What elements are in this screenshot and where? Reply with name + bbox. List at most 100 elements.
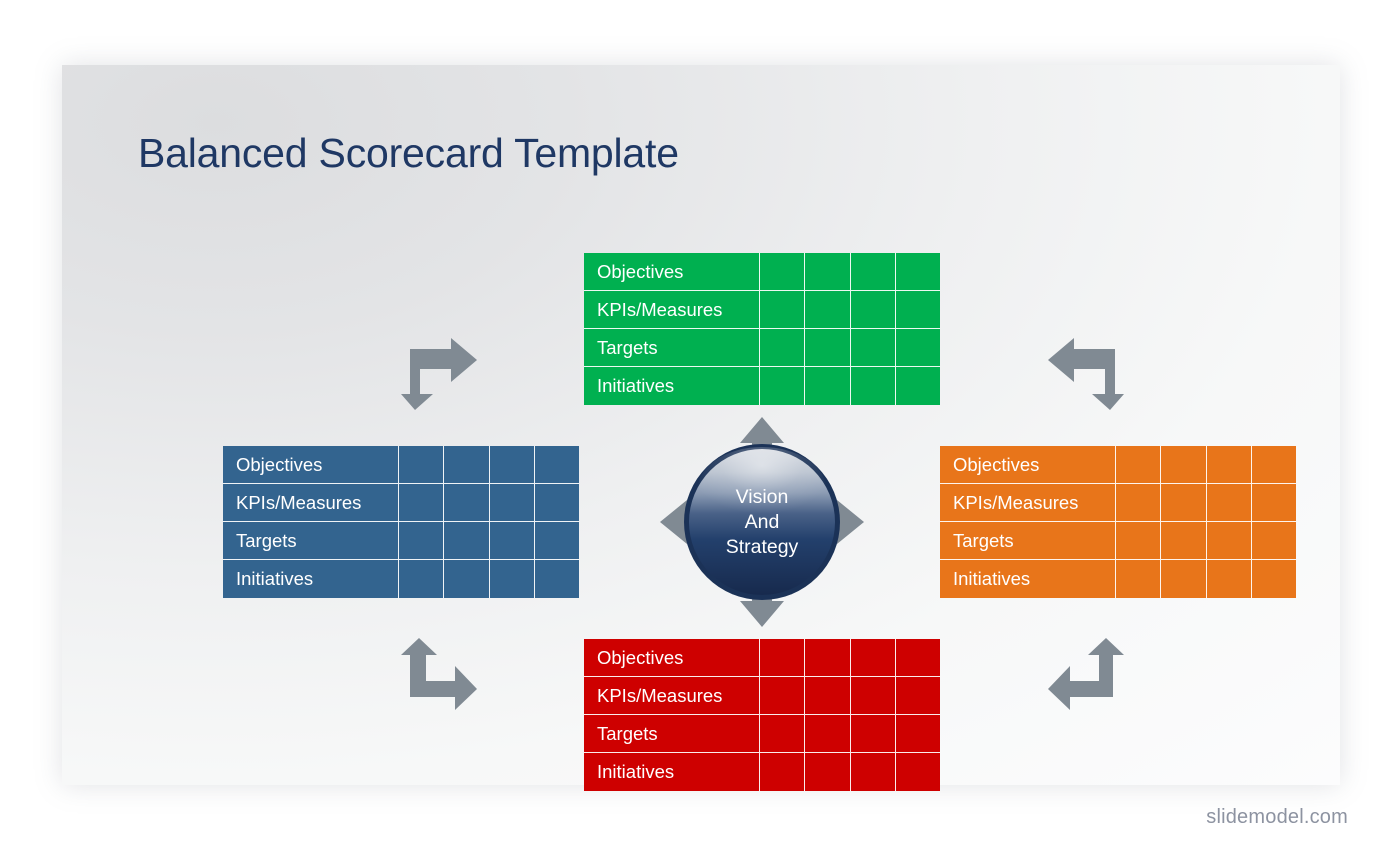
table-cell[interactable] xyxy=(850,677,896,715)
table-row[interactable]: KPIs/Measures xyxy=(584,677,941,715)
table-cell[interactable] xyxy=(444,560,490,598)
table-cell[interactable] xyxy=(895,715,941,753)
table-cell[interactable] xyxy=(444,446,490,484)
table-cell[interactable] xyxy=(1252,560,1296,598)
table-cell[interactable] xyxy=(490,560,535,598)
table-cell[interactable] xyxy=(1116,522,1162,560)
row-label-targets: Targets xyxy=(940,522,1117,560)
table-cell[interactable] xyxy=(1251,446,1297,484)
scorecard-table-bottom-red[interactable]: Objectives KPIs/Measures Targets Initiat… xyxy=(584,639,941,791)
table-cell[interactable] xyxy=(850,253,896,291)
table-cell[interactable] xyxy=(850,291,896,329)
table-row[interactable]: Targets xyxy=(223,522,580,560)
row-label-kpis-measures: KPIs/Measures xyxy=(223,484,400,522)
table-cell[interactable] xyxy=(399,522,445,560)
row-label-objectives: Objectives xyxy=(940,446,1117,484)
elbow-arrow-right-down xyxy=(401,338,477,415)
table-cell[interactable] xyxy=(760,253,806,291)
table-row[interactable]: Objectives xyxy=(223,446,580,484)
table-cell[interactable] xyxy=(896,367,940,405)
table-cell[interactable] xyxy=(805,253,851,291)
table-cell[interactable] xyxy=(760,753,806,791)
table-cell[interactable] xyxy=(760,367,806,405)
table-row[interactable]: Objectives xyxy=(584,253,941,291)
table-cell[interactable] xyxy=(896,753,940,791)
table-cell[interactable] xyxy=(399,484,445,522)
table-row[interactable]: Initiatives xyxy=(584,753,940,791)
sphere-highlight xyxy=(698,447,826,531)
row-label-initiatives: Initiatives xyxy=(584,367,761,405)
table-row[interactable]: Objectives xyxy=(584,639,941,677)
table-cell[interactable] xyxy=(805,753,851,791)
table-cell[interactable] xyxy=(851,753,896,791)
row-label-targets: Targets xyxy=(584,329,761,367)
row-label-kpis-measures: KPIs/Measures xyxy=(940,484,1117,522)
table-cell[interactable] xyxy=(805,677,851,715)
table-cell[interactable] xyxy=(805,367,851,405)
table-cell[interactable] xyxy=(760,715,806,753)
table-cell[interactable] xyxy=(1116,560,1162,598)
table-cell[interactable] xyxy=(760,677,806,715)
table-cell[interactable] xyxy=(850,329,896,367)
row-label-initiatives: Initiatives xyxy=(584,753,761,791)
table-row[interactable]: Objectives xyxy=(940,446,1297,484)
scorecard-table-left-blue[interactable]: Objectives KPIs/Measures Targets Initiat… xyxy=(223,446,580,598)
table-cell[interactable] xyxy=(805,715,851,753)
table-cell[interactable] xyxy=(1161,560,1207,598)
table-cell[interactable] xyxy=(1161,484,1207,522)
table-cell[interactable] xyxy=(1116,484,1162,522)
table-row[interactable]: KPIs/Measures xyxy=(940,484,1297,522)
table-cell[interactable] xyxy=(444,484,490,522)
table-row[interactable]: Initiatives xyxy=(584,367,940,405)
table-row[interactable]: Initiatives xyxy=(223,560,579,598)
table-cell[interactable] xyxy=(895,253,941,291)
table-cell[interactable] xyxy=(850,639,896,677)
table-cell[interactable] xyxy=(489,484,535,522)
table-row[interactable]: KPIs/Measures xyxy=(584,291,941,329)
watermark: slidemodel.com xyxy=(1206,806,1348,828)
row-label-objectives: Objectives xyxy=(584,253,761,291)
table-cell[interactable] xyxy=(444,522,490,560)
row-label-objectives: Objectives xyxy=(584,639,761,677)
table-cell[interactable] xyxy=(399,560,445,598)
table-cell[interactable] xyxy=(1251,522,1297,560)
table-cell[interactable] xyxy=(534,484,580,522)
table-cell[interactable] xyxy=(895,677,941,715)
table-cell[interactable] xyxy=(1116,446,1162,484)
table-row[interactable]: Targets xyxy=(940,522,1297,560)
scorecard-table-right-orange[interactable]: Objectives KPIs/Measures Targets Initiat… xyxy=(940,446,1297,598)
table-cell[interactable] xyxy=(1207,560,1252,598)
table-row[interactable]: KPIs/Measures xyxy=(223,484,580,522)
scorecard-table-top-green[interactable]: Objectives KPIs/Measures Targets Initiat… xyxy=(584,253,941,405)
table-cell[interactable] xyxy=(895,329,941,367)
vision-and-strategy-hub[interactable]: Vision And Strategy xyxy=(660,417,864,627)
table-cell[interactable] xyxy=(760,291,806,329)
table-cell[interactable] xyxy=(805,329,851,367)
table-cell[interactable] xyxy=(534,522,580,560)
elbow-arrow-up-left xyxy=(1048,638,1124,715)
table-row[interactable]: Targets xyxy=(584,715,941,753)
table-cell[interactable] xyxy=(895,639,941,677)
table-row[interactable]: Initiatives xyxy=(940,560,1296,598)
table-cell[interactable] xyxy=(1161,522,1207,560)
table-cell[interactable] xyxy=(1251,484,1297,522)
table-cell[interactable] xyxy=(535,560,579,598)
table-cell[interactable] xyxy=(1161,446,1207,484)
table-cell[interactable] xyxy=(399,446,445,484)
table-cell[interactable] xyxy=(895,291,941,329)
table-cell[interactable] xyxy=(760,329,806,367)
table-cell[interactable] xyxy=(1206,522,1252,560)
table-cell[interactable] xyxy=(760,639,806,677)
row-label-initiatives: Initiatives xyxy=(940,560,1117,598)
table-cell[interactable] xyxy=(489,446,535,484)
table-cell[interactable] xyxy=(534,446,580,484)
table-row[interactable]: Targets xyxy=(584,329,941,367)
table-cell[interactable] xyxy=(1206,484,1252,522)
table-cell[interactable] xyxy=(850,715,896,753)
table-cell[interactable] xyxy=(489,522,535,560)
table-cell[interactable] xyxy=(851,367,896,405)
table-cell[interactable] xyxy=(1206,446,1252,484)
table-cell[interactable] xyxy=(805,291,851,329)
table-cell[interactable] xyxy=(805,639,851,677)
row-label-objectives: Objectives xyxy=(223,446,400,484)
